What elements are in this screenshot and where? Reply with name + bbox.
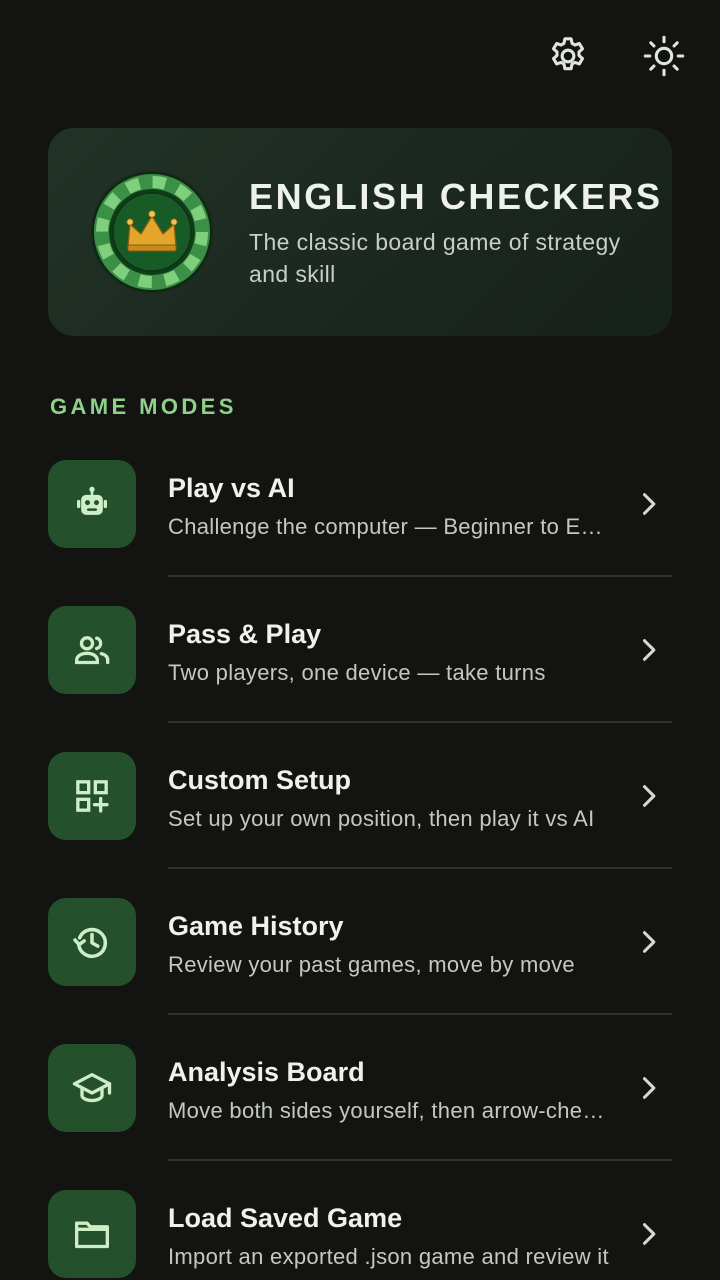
- home-screen: ENGLISH CHECKERS The classic board game …: [0, 0, 720, 1280]
- icon-tile: [48, 898, 136, 986]
- menu-item-title: Analysis Board: [168, 1057, 365, 1087]
- divider: [168, 1013, 672, 1015]
- menu-item-title: Pass & Play: [168, 619, 322, 649]
- theme-toggle-button[interactable]: [636, 28, 692, 84]
- icon-tile: [48, 752, 136, 840]
- icon-tile: [48, 1044, 136, 1132]
- menu-item-custom-setup[interactable]: Custom Setup Set up your own position, t…: [48, 752, 672, 898]
- divider: [168, 575, 672, 577]
- menu-item-description: Two players, one device — take turns: [168, 660, 546, 685]
- menu-item-title: Load Saved Game: [168, 1203, 403, 1233]
- menu-item-description: Challenge the computer — Beginner to Exp…: [168, 514, 612, 539]
- grid-add-icon: [76, 780, 109, 813]
- settings-button[interactable]: [540, 28, 596, 84]
- graduation-cap-icon: [72, 1073, 112, 1103]
- chevron-right-icon: [642, 493, 656, 515]
- menu-item-description: Import an exported .json game and review…: [168, 1244, 609, 1269]
- menu-item-description: Review your past games, move by move: [168, 952, 575, 977]
- menu-item-title: Custom Setup: [168, 765, 352, 795]
- menu-item-game-history[interactable]: Game History Review your past games, mov…: [48, 898, 672, 1044]
- chevron-right-icon: [642, 785, 656, 807]
- chevron-right-icon: [642, 1077, 656, 1099]
- app-subtitle: The classic board game of strategy and s…: [249, 229, 621, 287]
- icon-tile: [48, 606, 136, 694]
- robot-icon: [77, 486, 107, 515]
- sun-icon: [643, 35, 685, 77]
- history-icon: [73, 927, 108, 959]
- menu-item-load-saved-game[interactable]: Load Saved Game Import an exported .json…: [48, 1190, 672, 1280]
- folder-icon: [75, 1221, 110, 1249]
- divider: [168, 867, 672, 869]
- menu-item-title: Game History: [168, 911, 344, 941]
- menu-item-play-vs-ai[interactable]: Play vs AI Challenge the computer — Begi…: [48, 460, 672, 606]
- people-icon: [75, 636, 110, 665]
- menu-item-analysis-board[interactable]: Analysis Board Move both sides yourself,…: [48, 1044, 672, 1190]
- crown-icon: [91, 171, 213, 293]
- section-label-game-modes: GAME MODES: [50, 394, 237, 419]
- menu-item-pass-and-play[interactable]: Pass & Play Two players, one device — ta…: [48, 606, 672, 752]
- icon-tile: [48, 1190, 136, 1278]
- chevron-right-icon: [642, 1223, 656, 1245]
- app-title: ENGLISH CHECKERS: [249, 176, 663, 217]
- icon-tile: [48, 460, 136, 548]
- divider: [168, 721, 672, 723]
- menu-item-description: Set up your own position, then play it v…: [168, 806, 595, 831]
- menu-item-title: Play vs AI: [168, 473, 295, 503]
- gear-icon: [551, 37, 585, 71]
- chevron-right-icon: [642, 931, 656, 953]
- menu-item-description: Move both sides yourself, then arrow-che…: [168, 1098, 612, 1123]
- hero-card: ENGLISH CHECKERS The classic board game …: [48, 128, 672, 336]
- divider: [168, 1159, 672, 1161]
- chevron-right-icon: [642, 639, 656, 661]
